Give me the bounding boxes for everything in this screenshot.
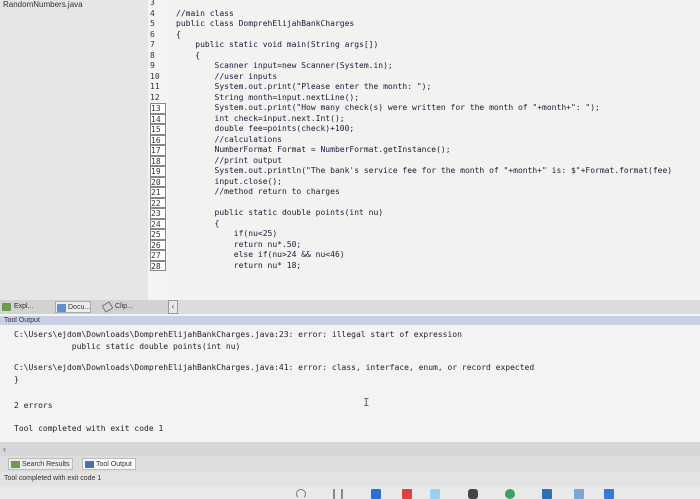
tab-search-results[interactable]: Search Results (8, 458, 74, 470)
line-number: 7 (150, 40, 155, 49)
tab-documents-label: Docu... (68, 304, 91, 311)
code-line[interactable]: Scanner input=new Scanner(System.in); (176, 61, 393, 72)
line-number: 9 (150, 61, 155, 70)
code-line[interactable]: //user inputs (176, 72, 278, 83)
tool-output-header: Tool Output (0, 316, 700, 325)
explorer-icon (2, 303, 11, 311)
app-dark-icon[interactable] (468, 489, 478, 499)
tool-output-line: C:\Users\ejdom\Downloads\DomprehElijahBa… (14, 330, 462, 339)
line-number-gutter: 3 4 5 6 7 8 9 10 11 12 13 14 15 16 17 18 19 20 21 22 23 24 25 2… (148, 0, 168, 300)
file-panel: RandomNumbers.java (0, 0, 148, 300)
code-line[interactable]: return nu*.50; (176, 240, 301, 251)
line-number: 23 (150, 208, 166, 219)
tab-documents[interactable]: Docu... (55, 301, 92, 313)
tool-output-icon (85, 461, 94, 468)
code-line[interactable]: public static double points(int nu) (176, 208, 384, 219)
app-blue-icon[interactable] (371, 489, 381, 499)
taskbar (0, 486, 700, 499)
tab-explorer-label: Expl... (14, 303, 34, 310)
side-panel-tabs: Expl... Docu... Clip... (0, 300, 175, 314)
line-number: 3 (150, 0, 155, 7)
line-number: 15 (150, 124, 166, 135)
code-line[interactable]: //print output (176, 156, 282, 167)
code-line[interactable]: { (176, 51, 200, 62)
code-line[interactable]: if(nu<25) (176, 229, 277, 240)
line-number: 10 (150, 71, 160, 81)
search-icon[interactable] (296, 489, 306, 499)
code-line[interactable]: //method return to charges (176, 187, 340, 198)
line-number: 14 (150, 113, 166, 124)
status-bar: Tool completed with exit code 1 (0, 472, 700, 486)
line-number: 12 (150, 92, 160, 102)
code-line[interactable]: else if(nu>24 && nu<46) (176, 250, 345, 261)
line-number: 8 (150, 50, 155, 60)
line-number: 19 (150, 166, 166, 177)
code-line[interactable]: { (176, 30, 181, 41)
app-lightblue2-icon[interactable] (574, 489, 584, 499)
tab-tool-output-label: Tool Output (96, 461, 132, 468)
tab-explorer[interactable]: Expl... (2, 301, 33, 313)
code-line[interactable]: int check=input.next.Int(); (176, 114, 345, 125)
tab-search-results-label: Search Results (22, 461, 70, 468)
code-line[interactable]: System.out.print("Please enter the month… (176, 82, 432, 93)
tool-output-line: public static double points(int nu) (14, 342, 241, 351)
line-number: 6 (150, 29, 155, 39)
tool-output-line: C:\Users\ejdom\Downloads\DomprehElijahBa… (14, 363, 535, 372)
code-line[interactable]: public class DomprehElijahBankCharges (176, 19, 354, 30)
code-line[interactable]: String month=input.nextLine(); (176, 93, 360, 104)
tab-clipboard[interactable]: Clip... (101, 301, 133, 313)
line-number: 28 (150, 260, 166, 271)
text-cursor-icon: I (363, 396, 370, 409)
document-icon (57, 304, 66, 312)
code-line[interactable]: public static void main(String args[]) (176, 40, 378, 51)
code-line[interactable]: return nu* 18; (176, 261, 301, 272)
chevron-left-icon[interactable]: ‹ (3, 443, 13, 455)
tool-output-line: } (14, 375, 19, 384)
line-number: 17 (150, 145, 166, 156)
code-line[interactable]: { (176, 219, 220, 230)
code-line[interactable]: System.out.print("How many check(s) were… (176, 103, 600, 114)
tab-clipboard-label: Clip... (115, 303, 133, 310)
code-line[interactable]: //main class (176, 9, 234, 20)
line-number: 22 (150, 197, 166, 208)
app-blue3-icon[interactable] (604, 489, 614, 499)
tool-output-line: Tool completed with exit code 1 (14, 424, 164, 433)
line-number: 27 (150, 250, 166, 261)
task-view-icon[interactable] (333, 489, 343, 499)
code-line[interactable]: //calculations (176, 135, 282, 146)
line-number: 26 (150, 239, 166, 250)
code-line[interactable]: System.out.println("The bank's service f… (176, 166, 673, 177)
line-number: 13 (150, 103, 166, 114)
code-line[interactable]: NumberFormat Format = NumberFormat.getIn… (176, 145, 451, 156)
line-number: 21 (150, 187, 166, 198)
search-results-icon (11, 461, 20, 468)
tool-output-line: 2 errors (14, 401, 53, 410)
browser-green-icon[interactable] (505, 489, 515, 499)
code-editor[interactable]: //main class public class DomprehElijahBa… (168, 0, 700, 300)
clipboard-icon (101, 301, 114, 313)
line-number: 25 (150, 229, 166, 240)
app-lightblue-icon[interactable] (430, 489, 440, 499)
line-number: 5 (150, 19, 155, 28)
line-number: 4 (150, 8, 155, 18)
code-line[interactable]: input.close(); (176, 177, 282, 188)
app-blue2-icon[interactable] (542, 489, 552, 499)
tab-tool-output[interactable]: Tool Output (82, 458, 136, 470)
line-number: 20 (150, 176, 166, 187)
line-number: 18 (150, 155, 166, 166)
mail-icon[interactable] (402, 489, 412, 499)
scroll-left-button[interactable]: ‹ (168, 300, 178, 314)
bottom-tab-bar: Search Results Tool Output (0, 456, 700, 472)
open-file-title[interactable]: RandomNumbers.java (3, 0, 83, 9)
line-number: 16 (150, 134, 166, 145)
line-number: 11 (150, 82, 160, 91)
tool-output-panel[interactable]: Tool Output C:\Users\ejdom\Downloads\Dom… (0, 314, 700, 442)
chevron-left-icon: ‹ (171, 302, 175, 311)
line-number: 24 (150, 218, 166, 229)
code-line[interactable]: double fee=points(check)+100; (176, 124, 355, 135)
output-scrollbar[interactable]: ‹ (0, 442, 700, 456)
